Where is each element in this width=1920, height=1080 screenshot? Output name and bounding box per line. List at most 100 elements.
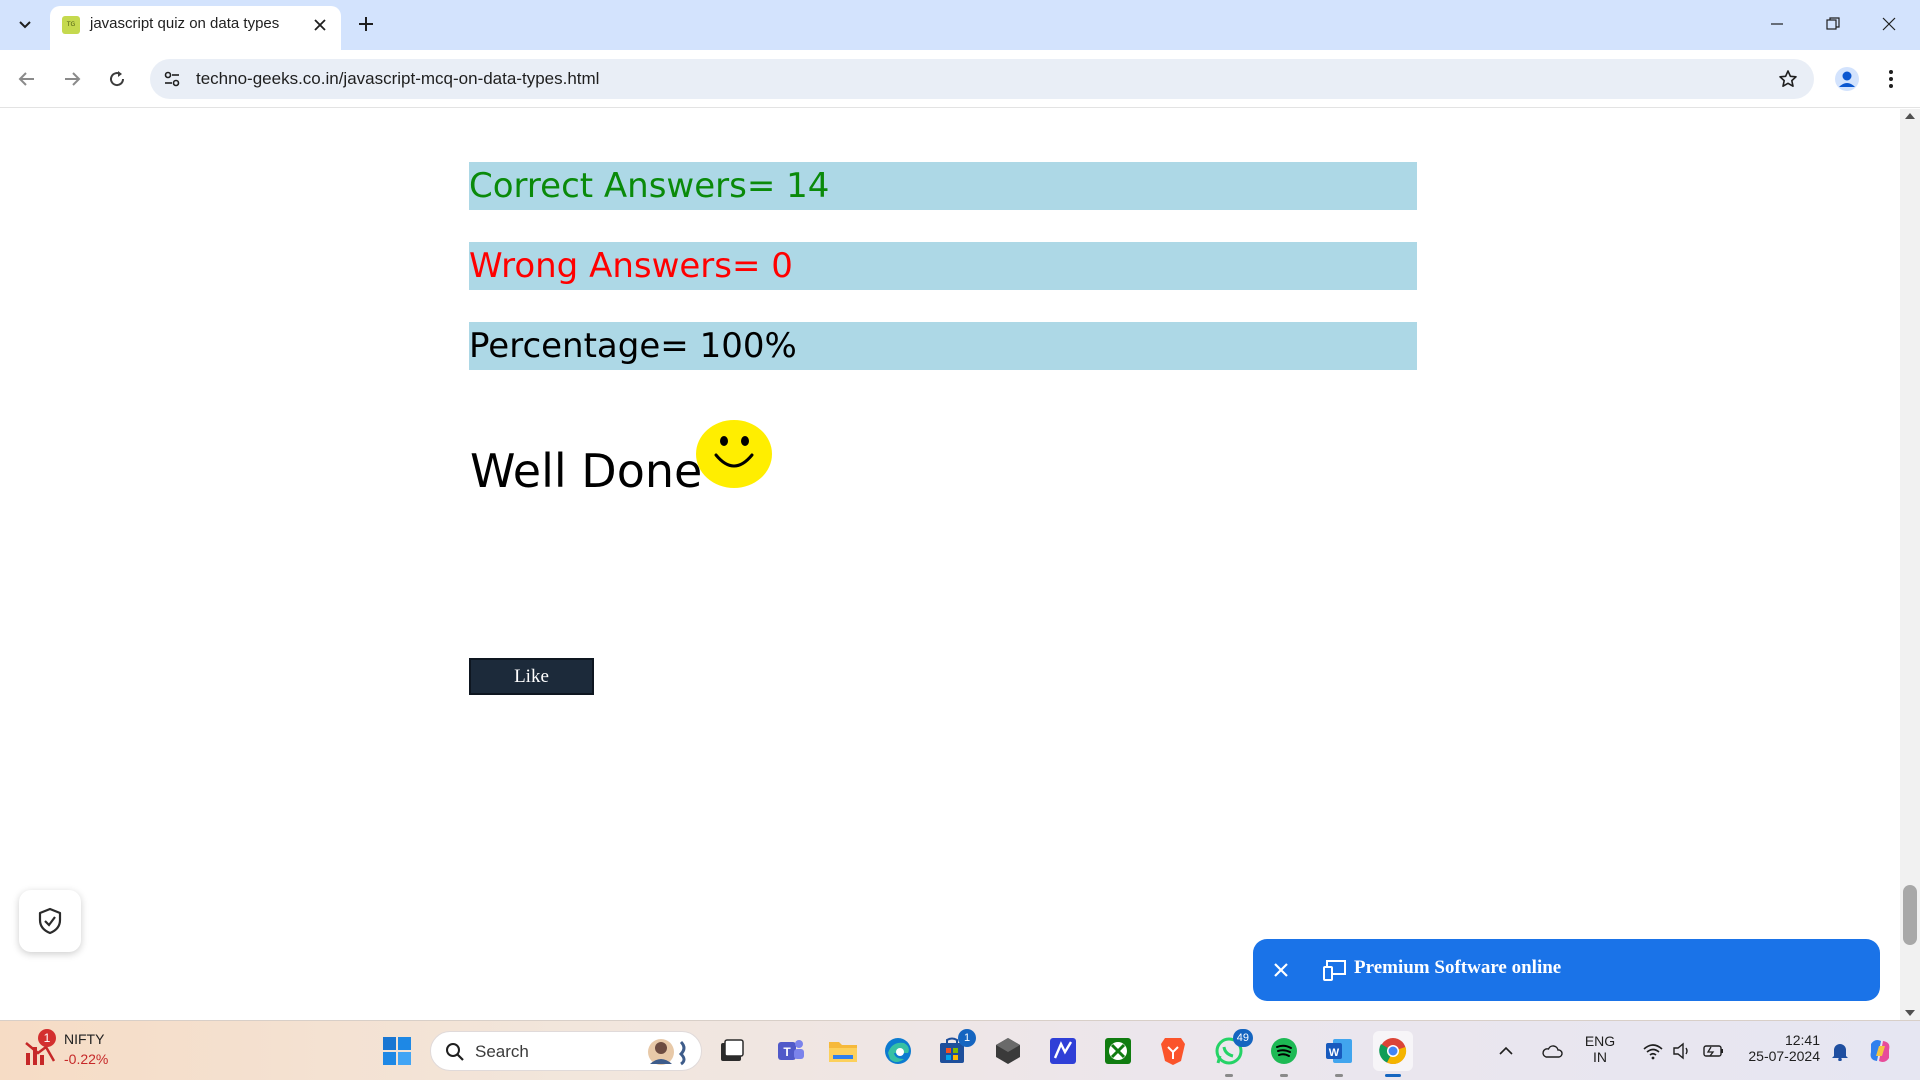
- avatar-icon: [1835, 67, 1859, 91]
- arrow-left-icon: [18, 72, 34, 86]
- teams-icon: T: [778, 1040, 804, 1060]
- teams-app[interactable]: T: [770, 1031, 810, 1071]
- bookmark-button[interactable]: [1776, 67, 1800, 91]
- close-icon: [1882, 17, 1896, 31]
- privacy-shield-button[interactable]: [19, 890, 81, 952]
- language-code: ENG: [1584, 1033, 1616, 1049]
- windows-logo-icon: [383, 1037, 411, 1065]
- chrome-app[interactable]: [1373, 1031, 1413, 1077]
- shield-check-icon: [38, 907, 62, 935]
- volume-icon: [1673, 1042, 1688, 1060]
- search-icon: [446, 1043, 464, 1061]
- restore-button[interactable]: [1810, 6, 1856, 42]
- windows-taskbar: 1 NIFTY -0.22% Search T 1 49 W ENG IN 12…: [0, 1020, 1920, 1080]
- running-indicator: [1335, 1074, 1343, 1077]
- whatsapp-badge: 49: [1232, 1029, 1253, 1047]
- clock-time: 12:41: [1784, 1032, 1820, 1048]
- site-info-button[interactable]: [160, 67, 184, 91]
- task-view-icon: [721, 1039, 744, 1061]
- quick-settings-button[interactable]: [1634, 1031, 1734, 1071]
- tab-close-button[interactable]: [309, 14, 331, 36]
- new-tab-button[interactable]: [350, 8, 382, 40]
- address-bar[interactable]: techno-geeks.co.in/javascript-mcq-on-dat…: [150, 59, 1814, 99]
- language-indicator[interactable]: ENG IN: [1580, 1033, 1620, 1065]
- wrong-answers-bar: Wrong Answers= 0: [469, 242, 1417, 290]
- cube-icon: [996, 1038, 1020, 1064]
- chevron-down-icon: [19, 21, 31, 29]
- nifty-badge: 1: [38, 1029, 56, 1047]
- scroll-down-arrow-icon[interactable]: [1905, 1010, 1915, 1016]
- xbox-app[interactable]: [1098, 1031, 1138, 1071]
- bell-icon: [1832, 1044, 1848, 1061]
- more-vert-icon: [1889, 70, 1893, 88]
- brave-lion-icon: [1161, 1038, 1185, 1065]
- brave-app[interactable]: [1153, 1031, 1193, 1071]
- chrome-icon: [1379, 1038, 1407, 1065]
- wifi-icon: [1643, 1044, 1663, 1060]
- page-viewport: Correct Answers= 14 Wrong Answers= 0 Per…: [0, 109, 1900, 1020]
- math-app[interactable]: [1043, 1031, 1083, 1071]
- onedrive-button[interactable]: [1536, 1031, 1568, 1071]
- forward-button[interactable]: [55, 62, 89, 96]
- math-icon: [1050, 1038, 1076, 1064]
- copilot-button[interactable]: [1860, 1031, 1900, 1071]
- banner-close-button[interactable]: [1267, 956, 1295, 984]
- copilot-icon: [1870, 1040, 1890, 1062]
- site-favicon: TG: [62, 16, 80, 34]
- close-icon: [314, 19, 326, 31]
- smiley-icon: [696, 420, 772, 488]
- tab-strip: TG javascript quiz on data types: [0, 0, 1920, 50]
- scroll-up-arrow-icon[interactable]: [1905, 113, 1915, 119]
- reload-button[interactable]: [100, 62, 134, 96]
- premium-software-banner[interactable]: Premium Software online: [1253, 939, 1880, 1001]
- active-app-indicator: [1385, 1074, 1401, 1077]
- show-hidden-icons-button[interactable]: [1493, 1031, 1519, 1071]
- page-scrollbar[interactable]: [1900, 109, 1920, 1020]
- notifications-button[interactable]: [1826, 1031, 1854, 1071]
- percentage-bar: Percentage= 100%: [469, 322, 1417, 370]
- url-text[interactable]: techno-geeks.co.in/javascript-mcq-on-dat…: [196, 69, 599, 89]
- taskbar-search-box[interactable]: Search: [430, 1031, 702, 1071]
- devices-icon: [1323, 960, 1346, 981]
- spotify-app[interactable]: [1264, 1031, 1304, 1077]
- start-button[interactable]: [377, 1031, 417, 1071]
- active-tab[interactable]: TG javascript quiz on data types: [50, 6, 341, 50]
- premium-banner-label: Premium Software online: [1354, 957, 1562, 978]
- tab-search-button[interactable]: [8, 8, 42, 42]
- battery-icon: [1703, 1045, 1723, 1057]
- clock[interactable]: 12:41 25-07-2024: [1738, 1032, 1820, 1064]
- edge-icon: [885, 1038, 911, 1064]
- arrow-right-icon: [65, 72, 81, 86]
- restore-icon: [1826, 17, 1840, 30]
- back-button[interactable]: [10, 62, 44, 96]
- correct-answers-bar: Correct Answers= 14: [469, 162, 1417, 210]
- whatsapp-app[interactable]: 49: [1209, 1029, 1253, 1077]
- folder-icon: [829, 1042, 857, 1062]
- dark-app[interactable]: [988, 1031, 1028, 1071]
- browser-menu-button[interactable]: [1876, 62, 1906, 96]
- file-explorer-app[interactable]: [823, 1031, 863, 1071]
- running-indicator: [1280, 1074, 1288, 1077]
- region-code: IN: [1593, 1049, 1607, 1065]
- minimize-button[interactable]: [1754, 6, 1800, 42]
- tune-icon: [164, 71, 180, 87]
- edge-app[interactable]: [878, 1031, 918, 1071]
- scroll-thumb[interactable]: [1903, 885, 1917, 945]
- minimize-icon: [1771, 23, 1783, 25]
- like-button[interactable]: Like: [469, 658, 594, 695]
- star-icon: [1779, 70, 1797, 87]
- cloud-icon: [1542, 1045, 1563, 1058]
- nifty-change[interactable]: -0.22%: [64, 1051, 108, 1067]
- task-view-button[interactable]: [712, 1031, 752, 1071]
- tab-title: javascript quiz on data types: [90, 15, 280, 32]
- word-app[interactable]: W: [1319, 1031, 1359, 1077]
- close-window-button[interactable]: [1866, 6, 1912, 42]
- search-placeholder: Search: [475, 1042, 529, 1061]
- word-icon: W: [1326, 1039, 1352, 1063]
- close-icon: [1274, 963, 1288, 977]
- microsoft-store-app[interactable]: 1: [932, 1029, 976, 1071]
- profile-button[interactable]: [1830, 62, 1864, 96]
- nifty-label[interactable]: NIFTY: [64, 1031, 104, 1047]
- running-indicator: [1225, 1074, 1233, 1077]
- browser-toolbar: techno-geeks.co.in/javascript-mcq-on-dat…: [0, 50, 1920, 108]
